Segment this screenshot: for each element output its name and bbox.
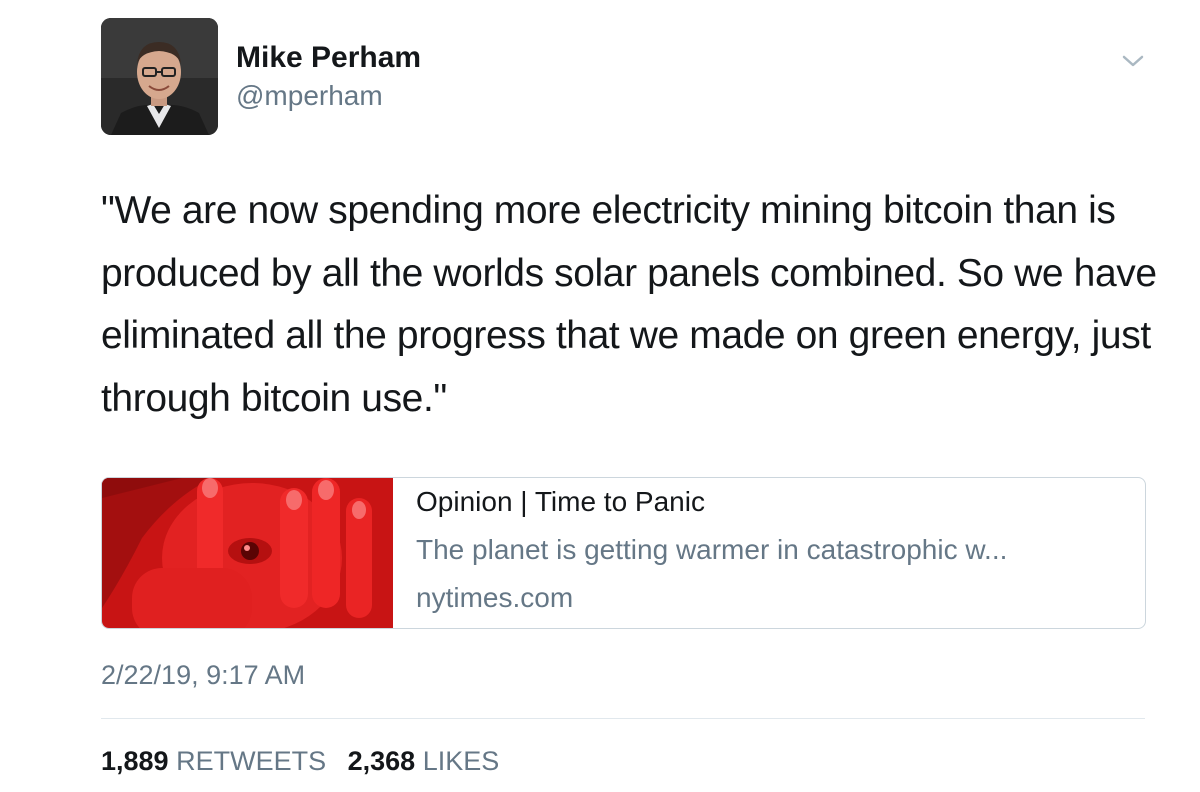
likes-count: 2,368 <box>347 746 416 776</box>
retweets-stat[interactable]: 1,889 RETWEETS <box>101 743 326 779</box>
author-avatar[interactable] <box>101 18 218 135</box>
tweet-timestamp[interactable]: 2/22/19, 9:17 AM <box>101 657 305 693</box>
tweet-text: "We are now spending more electricity mi… <box>101 189 1157 420</box>
likes-stat[interactable]: 2,368 LIKES <box>348 743 500 779</box>
tweet-stats: 1,889 RETWEETS 2,368 LIKES <box>101 743 513 779</box>
divider <box>101 718 1145 719</box>
card-thumbnail <box>102 478 393 628</box>
link-card[interactable]: Opinion | Time to Panic The planet is ge… <box>101 477 1146 629</box>
card-domain: nytimes.com <box>416 582 574 613</box>
retweets-label: RETWEETS <box>176 746 327 776</box>
chevron-down-icon[interactable] <box>1120 50 1146 72</box>
author-handle[interactable]: @mperham <box>236 78 383 114</box>
author-name[interactable]: Mike Perham <box>236 38 421 78</box>
card-title[interactable]: Opinion | Time to Panic <box>416 484 705 520</box>
likes-label: LIKES <box>422 746 500 776</box>
card-description: The planet is getting warmer in catastro… <box>416 534 1008 565</box>
retweets-count: 1,889 <box>101 746 169 776</box>
